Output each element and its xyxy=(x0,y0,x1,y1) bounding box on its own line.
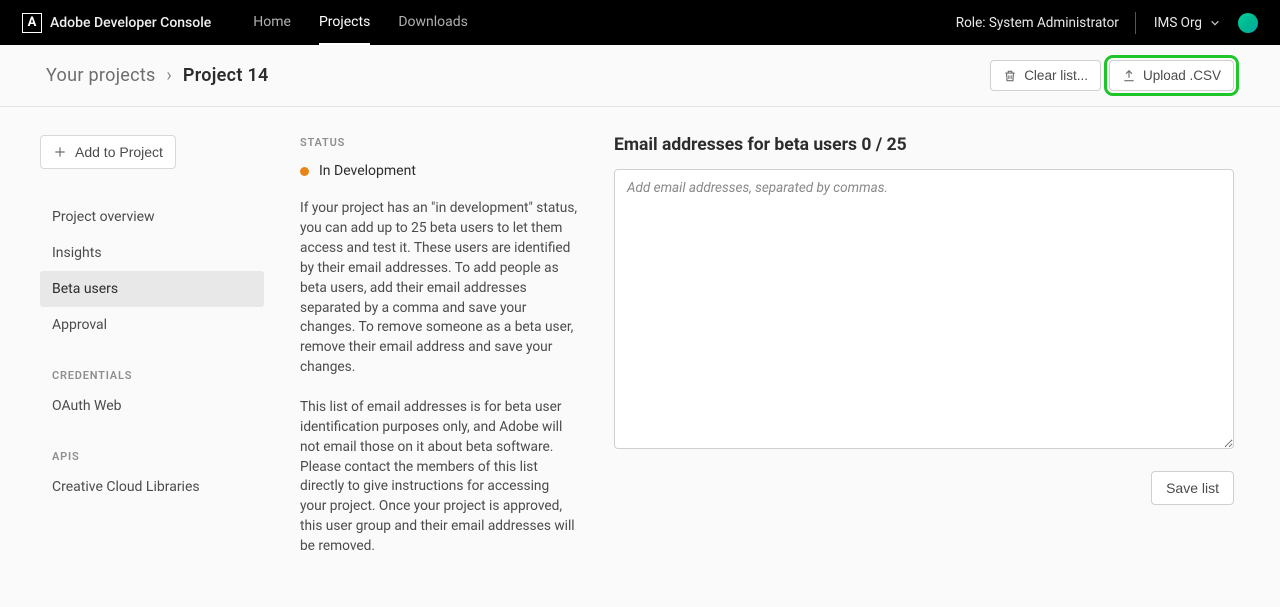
status-heading: STATUS xyxy=(300,135,578,151)
status-dot-icon xyxy=(300,167,309,176)
adobe-logo-icon: A xyxy=(22,13,42,33)
status-column: STATUS In Development If your project ha… xyxy=(300,135,578,577)
status-description-2: This list of email addresses is for beta… xyxy=(300,398,578,557)
nav-right: Role: System Administrator IMS Org xyxy=(956,0,1258,45)
beta-users-title: Email addresses for beta users 0 / 25 xyxy=(614,135,1234,155)
main-nav: Home Projects Downloads xyxy=(253,0,468,45)
sidebar-credentials-group: CREDENTIALS OAuth Web xyxy=(40,365,264,424)
top-nav: A Adobe Developer Console Home Projects … xyxy=(0,0,1280,45)
sidebar-item-project-overview[interactable]: Project overview xyxy=(40,199,264,235)
sidebar-main-group: Project overview Insights Beta users App… xyxy=(40,199,264,343)
brand-title: Adobe Developer Console xyxy=(50,15,211,31)
trash-icon xyxy=(1003,69,1017,83)
sidebar-item-creative-cloud-libraries[interactable]: Creative Cloud Libraries xyxy=(40,469,264,505)
org-label: IMS Org xyxy=(1154,15,1202,31)
sidebar-item-beta-users[interactable]: Beta users xyxy=(40,271,264,307)
breadcrumb-parent[interactable]: Your projects xyxy=(46,65,156,86)
beta-users-content: Email addresses for beta users 0 / 25 Sa… xyxy=(614,135,1234,505)
breadcrumb: Your projects › Project 14 xyxy=(46,65,269,86)
sidebar-item-insights[interactable]: Insights xyxy=(40,235,264,271)
status-value: In Development xyxy=(319,161,416,181)
sidebar: Add to Project Project overview Insights… xyxy=(40,135,264,527)
chevron-down-icon xyxy=(1210,18,1220,28)
main-content: Add to Project Project overview Insights… xyxy=(0,107,1280,607)
upload-csv-highlight: Upload .CSV xyxy=(1109,60,1234,91)
add-to-project-button[interactable]: Add to Project xyxy=(40,135,176,169)
sidebar-credentials-label: CREDENTIALS xyxy=(40,365,264,388)
nav-downloads[interactable]: Downloads xyxy=(398,0,468,45)
clear-list-label: Clear list... xyxy=(1024,68,1088,83)
breadcrumb-current: Project 14 xyxy=(183,65,269,86)
nav-home[interactable]: Home xyxy=(253,0,291,45)
plus-icon xyxy=(53,145,67,159)
save-row: Save list xyxy=(614,471,1234,505)
org-switcher[interactable]: IMS Org xyxy=(1154,15,1220,31)
nav-projects[interactable]: Projects xyxy=(319,0,370,45)
sub-bar: Your projects › Project 14 Clear list...… xyxy=(0,45,1280,107)
role-label: Role: System Administrator xyxy=(956,12,1136,34)
upload-csv-label: Upload .CSV xyxy=(1143,68,1221,83)
page-actions: Clear list... Upload .CSV xyxy=(990,60,1234,91)
sidebar-item-approval[interactable]: Approval xyxy=(40,307,264,343)
clear-list-button[interactable]: Clear list... xyxy=(990,60,1101,91)
sidebar-apis-group: APIS Creative Cloud Libraries xyxy=(40,446,264,505)
sidebar-item-oauth-web[interactable]: OAuth Web xyxy=(40,388,264,424)
status-description-1: If your project has an "in development" … xyxy=(300,199,578,378)
status-value-row: In Development xyxy=(300,161,578,181)
sidebar-apis-label: APIS xyxy=(40,446,264,469)
save-list-button[interactable]: Save list xyxy=(1151,471,1234,505)
upload-icon xyxy=(1122,69,1136,83)
add-to-project-label: Add to Project xyxy=(75,144,163,160)
beta-users-input[interactable] xyxy=(614,169,1234,449)
upload-csv-button[interactable]: Upload .CSV xyxy=(1109,60,1234,91)
avatar[interactable] xyxy=(1238,13,1258,33)
breadcrumb-separator: › xyxy=(166,65,172,86)
